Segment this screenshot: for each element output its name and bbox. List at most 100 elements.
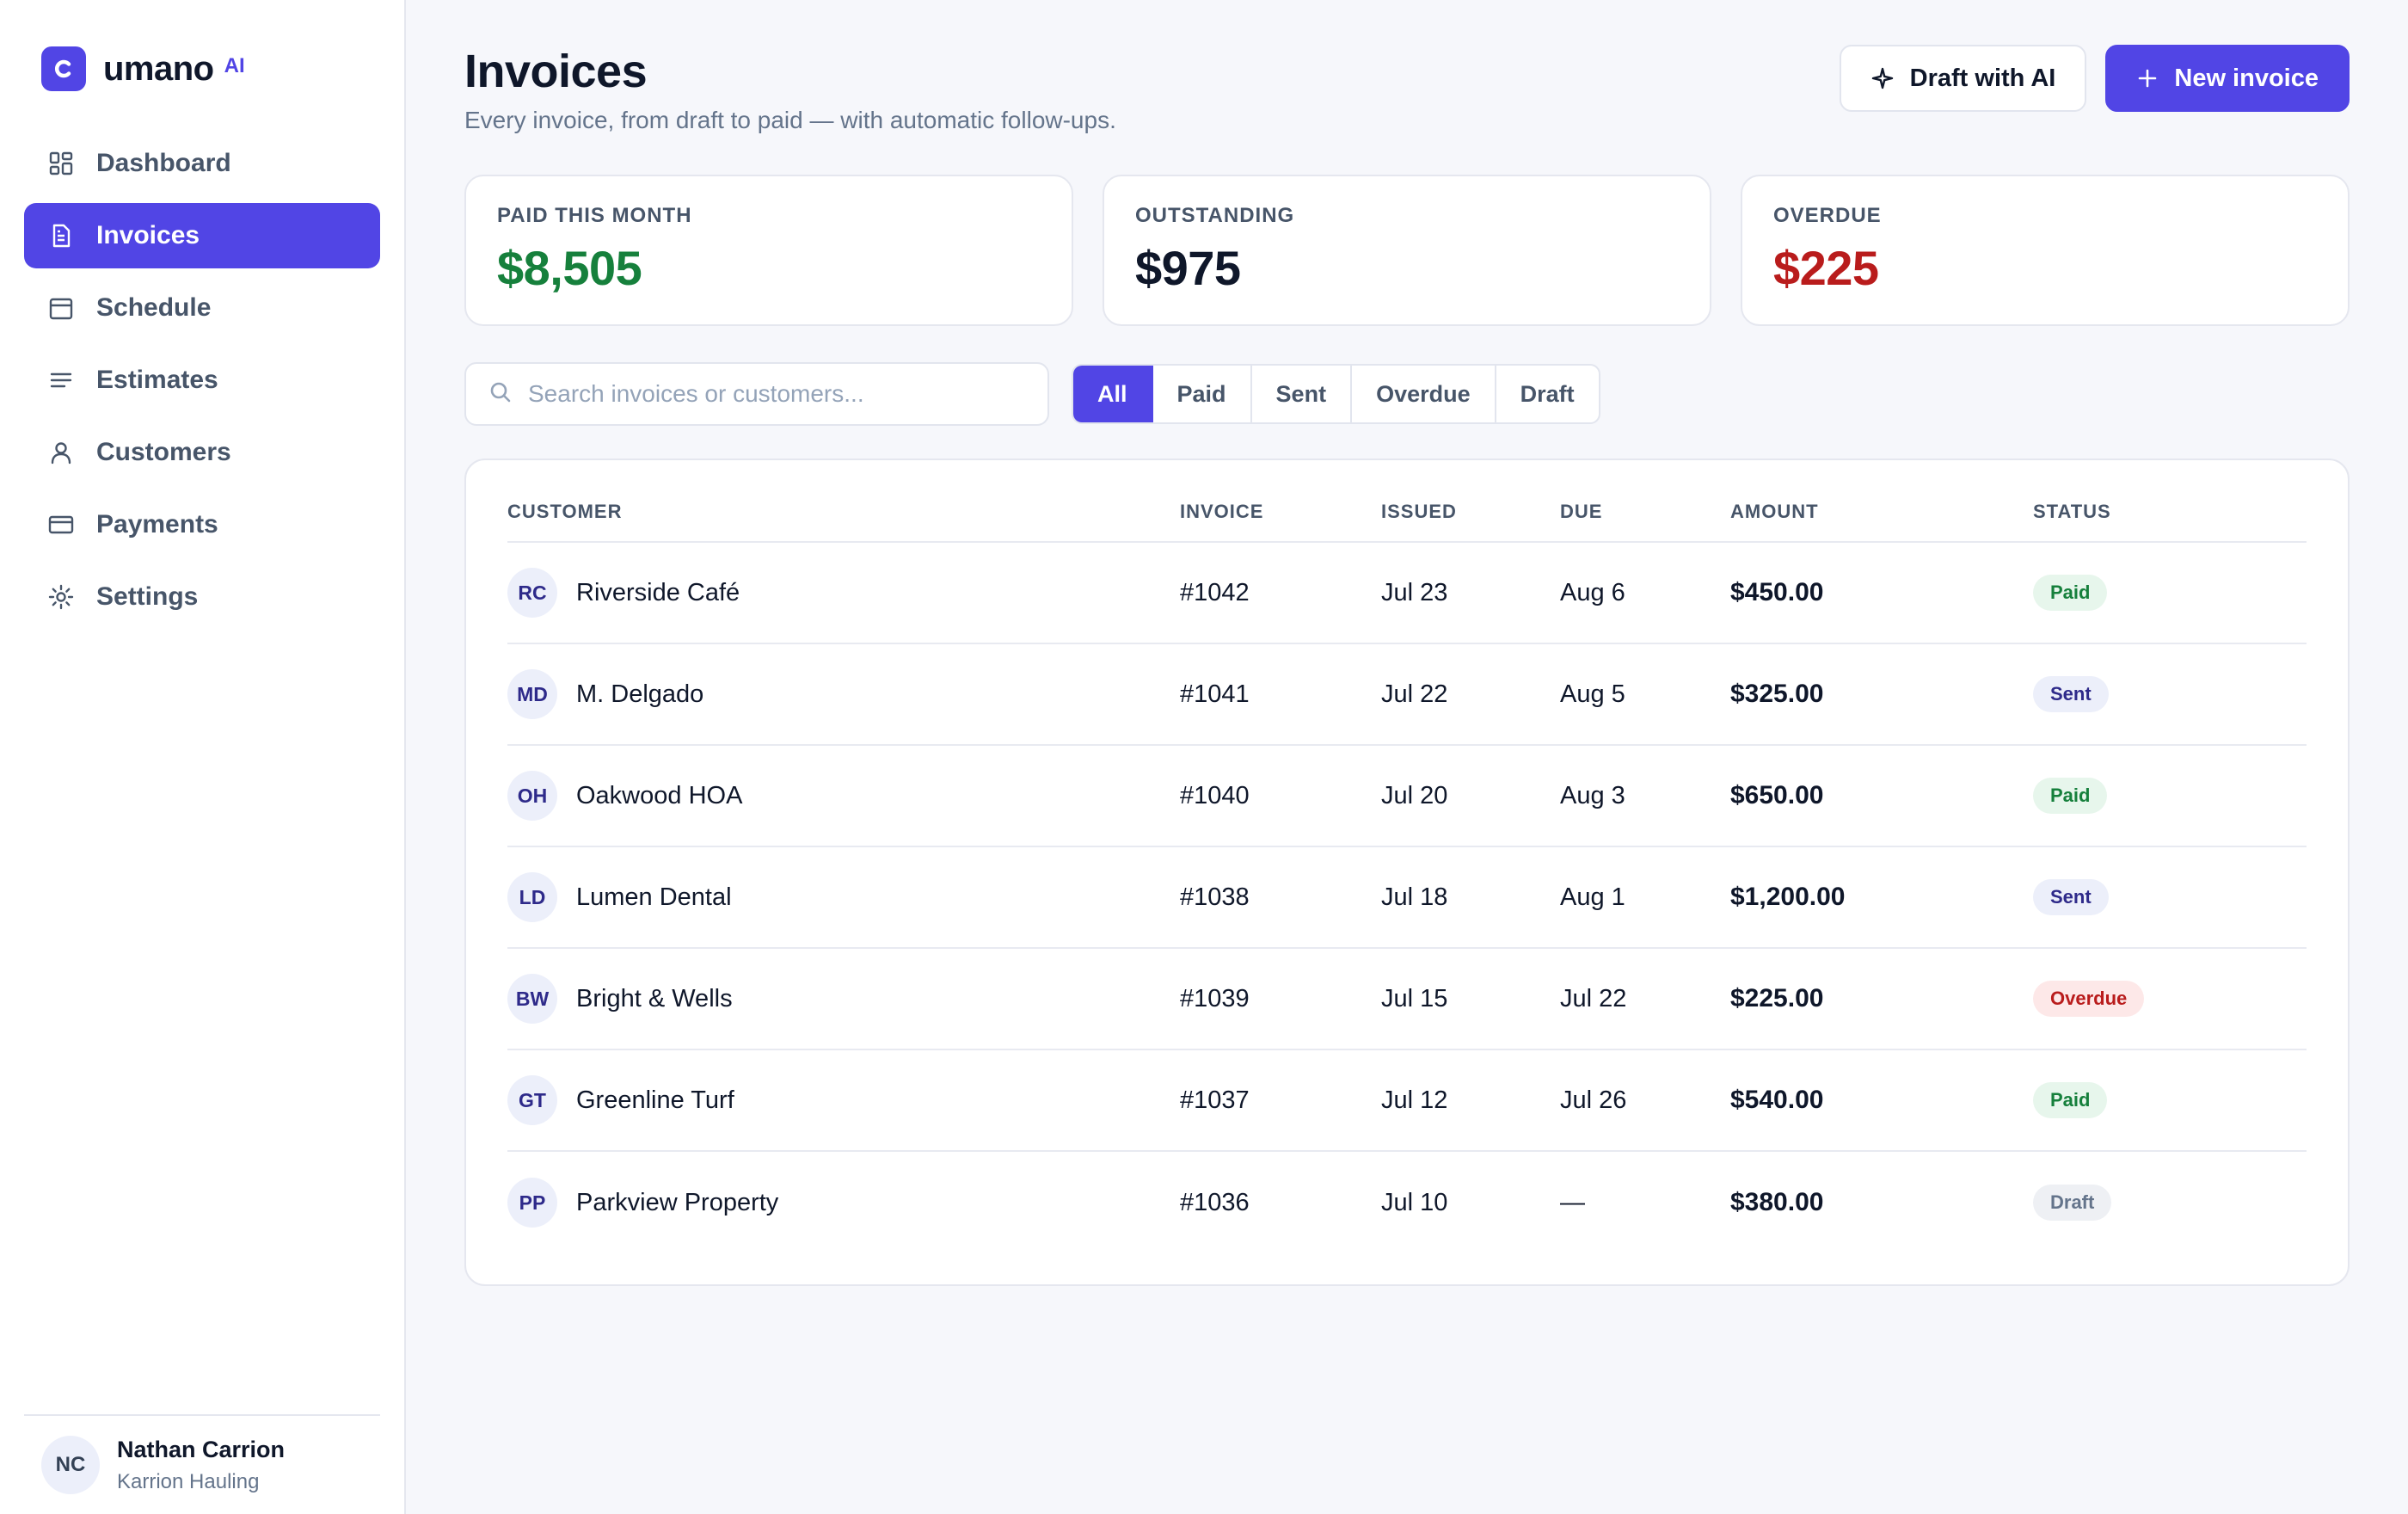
customer-cell: GT Greenline Turf bbox=[507, 1075, 1180, 1125]
customer-cell: MD M. Delgado bbox=[507, 669, 1180, 719]
stat-value: $225 bbox=[1773, 241, 1879, 295]
document-icon bbox=[46, 221, 76, 250]
customer-cell: OH Oakwood HOA bbox=[507, 771, 1180, 821]
customer-cell: LD Lumen Dental bbox=[507, 872, 1180, 922]
table-header: CUSTOMER INVOICE ISSUED DUE AMOUNT STATUS bbox=[507, 483, 2307, 543]
customer-name: Parkview Property bbox=[576, 1188, 779, 1216]
column-header-status[interactable]: STATUS bbox=[2033, 501, 2307, 523]
column-header-issued[interactable]: ISSUED bbox=[1381, 501, 1560, 523]
calendar-icon bbox=[46, 293, 76, 323]
brand-badge: AI bbox=[224, 54, 245, 77]
amount: $380.00 bbox=[1730, 1188, 1824, 1216]
invoice-number: #1036 bbox=[1180, 1188, 1250, 1216]
amount: $1,200.00 bbox=[1730, 883, 1846, 911]
header-actions: Draft with AI New invoice bbox=[1839, 45, 2350, 112]
page-header: Invoices Every invoice, from draft to pa… bbox=[464, 0, 2350, 172]
filter-tab-draft[interactable]: Draft bbox=[1496, 366, 1599, 422]
user-info: Nathan Carrion Karrion Hauling bbox=[117, 1437, 285, 1494]
customer-cell: RC Riverside Café bbox=[507, 568, 1180, 618]
table-row[interactable]: LD Lumen Dental #1038 Jul 18 Aug 1 $1,200.00 S… bbox=[507, 847, 2307, 949]
stat-card-paid-this-month: PAID THIS MONTH $8,505 bbox=[464, 175, 1073, 326]
column-header-due[interactable]: DUE bbox=[1560, 501, 1730, 523]
table-row[interactable]: GT Greenline Turf #1037 Jul 12 Jul 26 $540.00… bbox=[507, 1050, 2307, 1152]
customer-name: Oakwood HOA bbox=[576, 781, 743, 809]
customer-name: M. Delgado bbox=[576, 680, 704, 708]
search-input[interactable] bbox=[528, 380, 1010, 408]
new-invoice-button[interactable]: New invoice bbox=[2105, 45, 2350, 112]
table-row[interactable]: PP Parkview Property #1036 Jul 10 — $380.00 Dr… bbox=[507, 1152, 2307, 1253]
sidebar-item-label: Dashboard bbox=[96, 149, 231, 177]
brand[interactable]: umano AI bbox=[24, 0, 380, 138]
avatar: OH bbox=[507, 771, 557, 821]
column-header-customer[interactable]: CUSTOMER bbox=[507, 501, 1180, 523]
stat-label: OVERDUE bbox=[1773, 204, 1882, 227]
filter-tab-overdue[interactable]: Overdue bbox=[1352, 366, 1496, 422]
amount: $650.00 bbox=[1730, 781, 1824, 809]
search-box[interactable] bbox=[464, 362, 1049, 426]
due-date: Jul 22 bbox=[1560, 984, 1627, 1012]
sidebar-item-payments[interactable]: Payments bbox=[24, 492, 380, 557]
sidebar-item-label: Payments bbox=[96, 510, 218, 539]
draft-with-ai-label: Draft with AI bbox=[1909, 64, 2056, 92]
sidebar-item-label: Settings bbox=[96, 582, 199, 611]
gear-icon bbox=[46, 582, 76, 612]
table-row[interactable]: BW Bright & Wells #1039 Jul 15 Jul 22 $225.00… bbox=[507, 949, 2307, 1050]
column-header-amount[interactable]: AMOUNT bbox=[1730, 501, 2033, 523]
column-header-invoice[interactable]: INVOICE bbox=[1180, 501, 1381, 523]
status-cell: Paid bbox=[2033, 778, 2307, 814]
logo-icon bbox=[41, 46, 86, 91]
invoices-table: CUSTOMER INVOICE ISSUED DUE AMOUNT STATUS RC R… bbox=[464, 459, 2350, 1286]
draft-with-ai-button[interactable]: Draft with AI bbox=[1839, 45, 2087, 112]
filter-tab-sent[interactable]: Sent bbox=[1252, 366, 1353, 422]
sidebar-item-dashboard[interactable]: Dashboard bbox=[24, 131, 380, 196]
amount: $450.00 bbox=[1730, 578, 1824, 606]
due-date: Aug 3 bbox=[1560, 781, 1625, 809]
table-row[interactable]: RC Riverside Café #1042 Jul 23 Aug 6 $450.00 P… bbox=[507, 543, 2307, 644]
issued-date: Jul 23 bbox=[1381, 578, 1448, 606]
user-name: Nathan Carrion bbox=[117, 1436, 286, 1462]
status-cell: Paid bbox=[2033, 1082, 2307, 1118]
sidebar-item-invoices[interactable]: Invoices bbox=[24, 203, 380, 268]
amount: $225.00 bbox=[1730, 984, 1824, 1012]
search-icon bbox=[488, 380, 513, 409]
issued-date: Jul 15 bbox=[1381, 984, 1448, 1012]
status-cell: Overdue bbox=[2033, 981, 2307, 1017]
status-badge: Draft bbox=[2033, 1185, 2112, 1221]
sidebar-item-estimates[interactable]: Estimates bbox=[24, 348, 380, 413]
filter-tab-all[interactable]: All bbox=[1073, 366, 1153, 422]
filter-tab-paid[interactable]: Paid bbox=[1153, 366, 1252, 422]
sidebar-item-label: Estimates bbox=[96, 366, 218, 394]
customer-name: Riverside Café bbox=[576, 578, 740, 606]
status-cell: Draft bbox=[2033, 1185, 2307, 1221]
user-company: Karrion Hauling bbox=[117, 1469, 260, 1493]
sidebar-item-settings[interactable]: Settings bbox=[24, 564, 380, 630]
table-row[interactable]: OH Oakwood HOA #1040 Jul 20 Aug 3 $650.00 Paid bbox=[507, 746, 2307, 847]
app: umano AI Dashboard Invoices Schedule Estima… bbox=[0, 0, 2408, 1514]
avatar: NC bbox=[41, 1436, 100, 1494]
sidebar-item-label: Customers bbox=[96, 438, 231, 466]
avatar: RC bbox=[507, 568, 557, 618]
card-icon bbox=[46, 510, 76, 539]
amount: $325.00 bbox=[1730, 680, 1824, 708]
invoice-number: #1037 bbox=[1180, 1086, 1250, 1114]
sidebar-item-schedule[interactable]: Schedule bbox=[24, 275, 380, 341]
stat-label: OUTSTANDING bbox=[1135, 204, 1295, 227]
stat-card-outstanding: OUTSTANDING $975 bbox=[1103, 175, 1711, 326]
issued-date: Jul 10 bbox=[1381, 1188, 1448, 1216]
invoice-number: #1042 bbox=[1180, 578, 1250, 606]
customer-cell: PP Parkview Property bbox=[507, 1178, 1180, 1228]
page-subtitle: Every invoice, from draft to paid — with… bbox=[464, 107, 1116, 133]
sparkle-icon bbox=[1870, 66, 1895, 90]
table-toolbar: AllPaidSentOverdueDraft bbox=[464, 362, 2350, 426]
sidebar-item-customers[interactable]: Customers bbox=[24, 420, 380, 485]
due-date: Aug 6 bbox=[1560, 578, 1625, 606]
table-row[interactable]: MD M. Delgado #1041 Jul 22 Aug 5 $325.00 Sent bbox=[507, 644, 2307, 746]
avatar: BW bbox=[507, 974, 557, 1024]
main-content: Invoices Every invoice, from draft to pa… bbox=[406, 0, 2408, 1514]
customer-name: Greenline Turf bbox=[576, 1086, 734, 1114]
list-icon bbox=[46, 366, 76, 395]
due-date: — bbox=[1560, 1188, 1585, 1216]
invoice-number: #1039 bbox=[1180, 984, 1250, 1012]
invoice-number: #1040 bbox=[1180, 781, 1250, 809]
user-profile[interactable]: NC Nathan Carrion Karrion Hauling bbox=[24, 1414, 380, 1514]
